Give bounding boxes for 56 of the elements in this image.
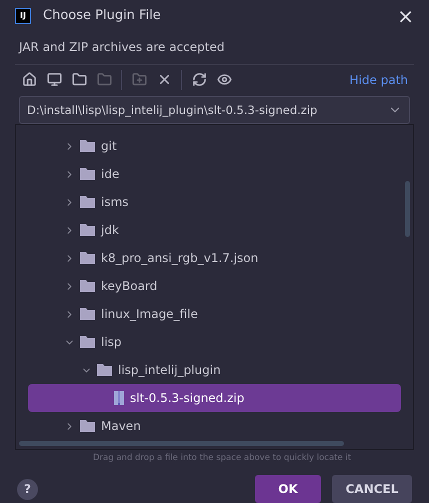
tree-item-label: Maven <box>101 418 141 436</box>
folder-icon <box>80 420 95 432</box>
folder-icon <box>96 72 112 88</box>
folder-icon <box>72 72 86 88</box>
folder-icon <box>80 168 95 180</box>
folder-icon <box>80 140 95 152</box>
monitor-button[interactable] <box>46 72 62 88</box>
ok-button[interactable]: OK <box>255 475 321 503</box>
tree-item[interactable]: git <box>28 132 401 160</box>
tree-item-label: slt-0.5.3-signed.zip <box>130 390 244 408</box>
tree-item[interactable]: linux_Image_file <box>28 300 401 328</box>
folder-icon <box>80 252 95 264</box>
folder-icon <box>97 364 112 376</box>
tree-item-label: lisp_intelij_plugin <box>118 362 221 380</box>
tree-item[interactable]: ide <box>28 160 401 188</box>
folder-icon <box>80 224 95 236</box>
vertical-scrollbar[interactable] <box>405 181 410 238</box>
tree-item-label: git <box>101 138 117 156</box>
path-field[interactable]: D:\install\lisp\lisp_intelij_plugin\slt-0.5.3-signed.zip <box>19 96 410 124</box>
tree-item-label: k8_pro_ansi_rgb_v1.7.json <box>101 250 258 268</box>
refresh-icon <box>192 72 206 88</box>
folder-icon <box>80 308 95 320</box>
home-button[interactable] <box>21 72 37 88</box>
window-title: Choose Plugin File <box>43 7 161 26</box>
tree-item[interactable]: k8_pro_ansi_rgb_v1.7.json <box>28 244 401 272</box>
cancel-button[interactable]: CANCEL <box>332 475 412 503</box>
horizontal-scrollbar[interactable] <box>19 441 344 446</box>
folder-icon <box>80 280 95 292</box>
monitor-icon <box>46 72 62 88</box>
tree-item-label: isms <box>101 194 129 212</box>
tree-item-label: linux_Image_file <box>101 306 198 324</box>
tree-item-label: ide <box>101 166 120 184</box>
refresh-button[interactable] <box>191 72 207 88</box>
app-logo: IJ <box>15 8 31 24</box>
archive-icon <box>114 391 124 406</box>
hint-text: Drag and drop a file into the space above to quickly locate it <box>93 452 352 466</box>
folder-icon <box>80 196 95 208</box>
tree-item[interactable]: Maven <box>28 412 401 440</box>
tree-item[interactable]: lisp <box>28 328 401 356</box>
folder-icon <box>80 336 95 348</box>
description-text: JAR and ZIP archives are accepted <box>19 38 226 56</box>
close-button[interactable]: × <box>397 6 414 26</box>
folder-button[interactable] <box>71 72 87 88</box>
tree-item-label: lisp <box>101 334 122 352</box>
tree-item-label: keyBoard <box>101 278 158 296</box>
eye-icon <box>216 72 232 88</box>
tree-item[interactable]: isms <box>28 188 401 216</box>
home-icon <box>22 72 36 88</box>
tree-item[interactable]: slt-0.5.3-signed.zip <box>28 384 401 412</box>
new-folder-icon <box>132 72 146 88</box>
tree-item[interactable]: keyBoard <box>28 272 401 300</box>
hide-path-link[interactable]: Hide path <box>350 70 408 89</box>
tree-item[interactable]: jdk <box>28 216 401 244</box>
tree-item-label: jdk <box>101 222 119 240</box>
tree-item[interactable]: lisp_intelij_plugin <box>28 356 401 384</box>
help-button[interactable]: ? <box>17 478 38 500</box>
